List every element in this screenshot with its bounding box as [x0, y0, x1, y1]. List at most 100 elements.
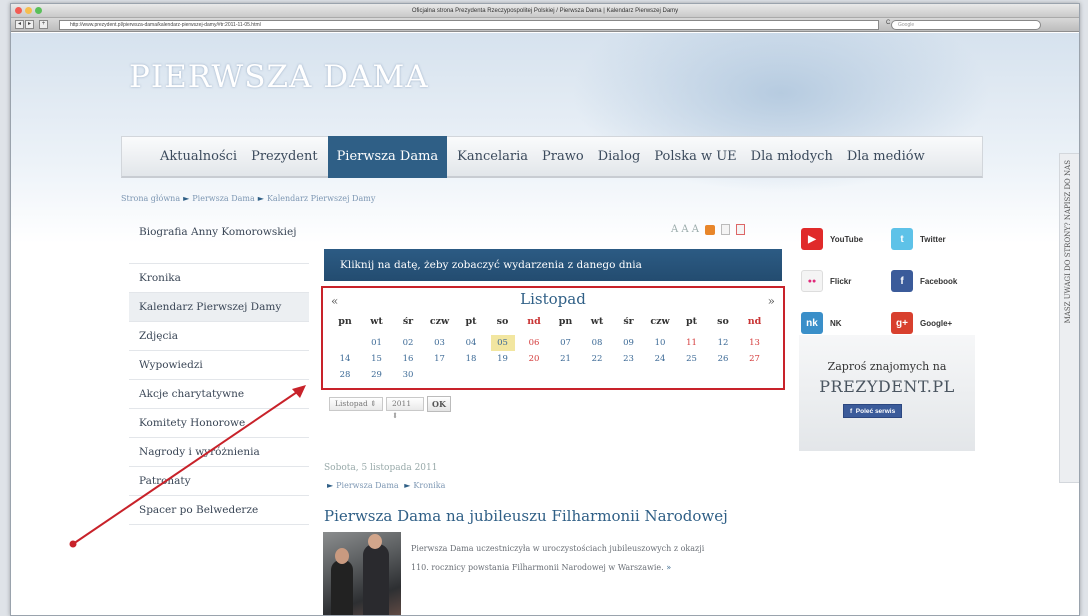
event-summary: Pierwsza Dama uczestniczyła w uroczystoś… [411, 544, 705, 572]
calendar-day[interactable]: 12 [711, 335, 735, 351]
calendar-day[interactable]: 09 [617, 335, 641, 351]
address-bar[interactable]: http://www.prezydent.pl/pierwsza-dama/ka… [59, 20, 879, 30]
calendar-day[interactable]: 25 [680, 351, 704, 367]
rss-icon[interactable] [705, 224, 716, 235]
nav-item-5[interactable]: Dialog [598, 136, 641, 178]
social-link-nk[interactable]: nk NK [801, 312, 842, 334]
sidebar-item-1[interactable]: Kronika [129, 264, 309, 293]
social-link-flickr[interactable]: ●● Flickr [801, 270, 851, 292]
add-bookmark-button[interactable]: + [39, 20, 48, 29]
search-input[interactable]: Google [891, 20, 1041, 30]
calendar-day[interactable]: 21 [554, 351, 578, 367]
nav-item-6[interactable]: Polska w UE [654, 136, 736, 178]
calendar-day[interactable]: 06 [522, 335, 546, 351]
zoom-window-button[interactable] [35, 7, 42, 14]
social-link-label: Facebook [920, 276, 958, 286]
calendar-day[interactable]: 17 [428, 351, 452, 367]
nav-item-7[interactable]: Dla młodych [751, 136, 833, 178]
minimize-window-button[interactable] [25, 7, 32, 14]
sidebar-item-3[interactable]: Zdjęcia [129, 322, 309, 351]
sidebar-item-8[interactable]: Patronaty [129, 467, 309, 496]
calendar-form: Listopad ⇕ 2011 ⇕ OK [329, 396, 451, 420]
event-title[interactable]: Pierwsza Dama na jubileuszu Filharmonii … [324, 507, 728, 525]
social-link-twitter[interactable]: t Twitter [891, 228, 946, 250]
social-link-youtube[interactable]: ▶ YouTube [801, 228, 863, 250]
calendar-weekdays: pn wt śr czw pt so nd pn wt śr czw pt so nd [323, 314, 783, 330]
calendar-day[interactable]: 13 [743, 335, 767, 351]
feedback-tab[interactable]: MASZ UWAGI DO STRONY? NAPISZ DO NAS [1059, 153, 1079, 483]
google-plus-icon: g+ [891, 312, 913, 334]
weekday-label: pt [685, 316, 698, 327]
event-category-link[interactable]: Kronika [413, 481, 445, 490]
calendar-day[interactable]: 19 [491, 351, 515, 367]
sidebar-item-7[interactable]: Nagrody i wyróżnienia [129, 438, 309, 467]
font-size-control[interactable]: A A A [671, 224, 699, 235]
weekday-label: pt [465, 316, 477, 327]
facebook-icon: f [850, 408, 853, 415]
ok-button[interactable]: OK [427, 396, 451, 412]
window-title: Oficjalna strona Prezydenta Rzeczypospol… [411, 8, 679, 14]
sidebar-item-5[interactable]: Akcje charytatywne [129, 380, 309, 409]
calendar-day[interactable]: 02 [396, 335, 420, 351]
calendar-day[interactable]: 14 [333, 351, 357, 367]
event-more-link[interactable]: » [666, 563, 671, 572]
site-title[interactable]: PIERWSZA DAMA [129, 59, 429, 95]
calendar-day[interactable]: 23 [617, 351, 641, 367]
breadcrumb-separator: ► [257, 194, 264, 203]
nav-item-0[interactable]: Aktualności [160, 136, 237, 178]
nav-item-4[interactable]: Prawo [542, 136, 584, 178]
weekday-label: wt [370, 316, 383, 327]
breadcrumb-link[interactable]: Kalendarz Pierwszej Damy [267, 194, 375, 203]
month-select[interactable]: Listopad ⇕ [329, 397, 383, 411]
browser-toolbar: ◂ ▸ + http://www.prezydent.pl/pierwsza-d… [11, 18, 1079, 32]
nav-item-1[interactable]: Prezydent [251, 136, 317, 178]
event-photo[interactable] [323, 532, 401, 615]
event-category-link[interactable]: Pierwsza Dama [336, 481, 399, 490]
calendar-day[interactable]: 28 [333, 367, 357, 383]
back-button[interactable]: ◂ [15, 20, 24, 29]
calendar-day[interactable]: 11 [680, 335, 704, 351]
calendar-day[interactable]: 24 [648, 351, 672, 367]
breadcrumb-link[interactable]: Strona główna [121, 194, 180, 203]
breadcrumb-link[interactable]: Pierwsza Dama [192, 194, 255, 203]
nk-icon: nk [801, 312, 823, 334]
calendar-day[interactable]: 22 [585, 351, 609, 367]
social-link-facebook[interactable]: f Facebook [891, 270, 957, 292]
sidebar-item-9[interactable]: Spacer po Belwederze [129, 496, 309, 525]
weekday-label: nd [747, 316, 762, 327]
calendar-day[interactable]: 15 [365, 351, 389, 367]
calendar: « Listopad » pn wt śr czw pt so nd pn wt śr czw pt s… [321, 286, 785, 390]
social-link-google-plus[interactable]: g+ Google+ [891, 312, 952, 334]
calendar-day[interactable]: 04 [459, 335, 483, 351]
calendar-day[interactable]: 16 [396, 351, 420, 367]
sidebar-item-4[interactable]: Wypowiedzi [129, 351, 309, 380]
calendar-day[interactable]: 07 [554, 335, 578, 351]
calendar-day[interactable]: 03 [428, 335, 452, 351]
sidebar-item-6[interactable]: Komitety Honorowe [129, 409, 309, 438]
pdf-icon[interactable] [736, 224, 746, 235]
calendar-day[interactable]: 18 [459, 351, 483, 367]
recommend-button[interactable]: f Poleć serwis [843, 404, 903, 418]
calendar-week: 14 15 16 17 18 19 20 21 22 23 24 25 26 27 [323, 351, 783, 367]
calendar-day[interactable]: 05 [490, 335, 515, 351]
calendar-day[interactable]: 10 [648, 335, 672, 351]
calendar-day[interactable]: 30 [396, 367, 420, 383]
calendar-day[interactable]: 20 [522, 351, 546, 367]
calendar-day[interactable]: 08 [585, 335, 609, 351]
forward-button[interactable]: ▸ [25, 20, 34, 29]
calendar-next-button[interactable]: » [768, 294, 775, 308]
year-select[interactable]: 2011 ⇕ [386, 397, 424, 420]
sidebar-item-2[interactable]: Kalendarz Pierwszej Damy [129, 293, 309, 322]
calendar-day[interactable]: 26 [711, 351, 735, 367]
reload-icon[interactable]: C [886, 20, 890, 26]
nav-item-8[interactable]: Dla mediów [847, 136, 925, 178]
calendar-day[interactable]: 27 [743, 351, 767, 367]
calendar-day[interactable]: 01 [365, 335, 389, 351]
nav-item-2[interactable]: Pierwsza Dama [327, 135, 448, 178]
twitter-icon: t [891, 228, 913, 250]
sidebar-item-0[interactable]: Biografia Anny Komorowskiej [129, 216, 309, 264]
close-window-button[interactable] [15, 7, 22, 14]
calendar-day[interactable]: 29 [365, 367, 389, 383]
print-icon[interactable] [721, 224, 731, 235]
nav-item-3[interactable]: Kancelaria [457, 136, 528, 178]
